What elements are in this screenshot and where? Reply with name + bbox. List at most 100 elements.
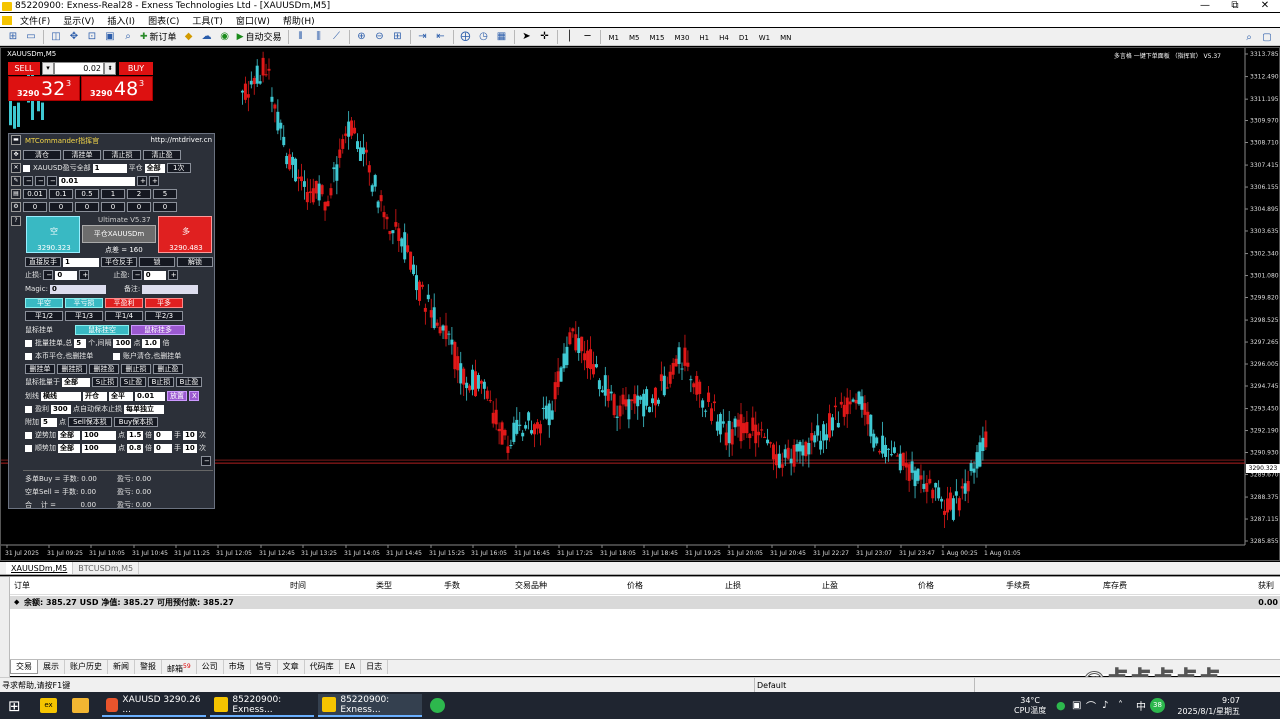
account-close-checkbox[interactable] [113, 352, 120, 360]
close-times-select[interactable]: 1次 [166, 163, 191, 173]
ime-indicator[interactable]: 中 [1136, 692, 1146, 719]
minus-small-button[interactable]: − [35, 176, 45, 186]
close-winning-button[interactable]: 平盈利 [105, 298, 143, 308]
open-mode-select[interactable]: 开仓 [83, 391, 107, 401]
green-app-icon[interactable] [430, 692, 445, 719]
reverse-add-points[interactable]: 100 [82, 430, 116, 440]
close-long-button[interactable]: 平多 [145, 298, 183, 308]
taskbar-app-mt4-1[interactable]: 85220900: Exness... [210, 694, 314, 717]
maximize-button[interactable]: ⧉ [1220, 0, 1250, 12]
buy-price-button[interactable]: 3290 48 3 [81, 76, 153, 101]
close-scope-select[interactable]: 全部 [144, 163, 165, 173]
add-points-input[interactable]: 5 [41, 417, 57, 427]
minimize-button[interactable]: — [1190, 0, 1220, 12]
lot-preset-5[interactable]: 5 [153, 189, 177, 199]
edit-icon[interactable]: ✎ [11, 176, 21, 186]
zoom-out-icon[interactable]: ⊖ [372, 30, 388, 44]
tp-minus-button[interactable]: − [131, 270, 142, 280]
tab-articles[interactable]: 文章 [278, 660, 305, 674]
sell-button[interactable]: SELL [8, 62, 40, 75]
history-icon[interactable]: ▤ [11, 189, 21, 199]
signals-icon[interactable]: ☁ [199, 30, 215, 44]
plus-big-button[interactable]: + [149, 176, 159, 186]
lot-spinner[interactable]: ⬍ [104, 62, 116, 75]
trend-add-scope[interactable]: 全部 [58, 443, 80, 453]
new-chart-icon[interactable]: ⊞ [5, 30, 21, 44]
trend-add-lots[interactable]: 0 [154, 443, 172, 453]
buy-sl-button[interactable]: B止损 [148, 377, 174, 387]
close-symbol-button[interactable]: 平仓XAUUSDm [82, 225, 156, 243]
profit-checkbox[interactable] [25, 405, 32, 413]
tile-windows-icon[interactable]: ⊞ [390, 30, 406, 44]
breakeven-mode-select[interactable]: 每单独立 [124, 404, 164, 414]
tab-news[interactable]: 新闻 [108, 660, 135, 674]
terminal-icon[interactable]: ▣ [102, 30, 118, 44]
close-reverse-button[interactable]: 平仓反手 [101, 257, 137, 267]
close-mode-select[interactable]: 全平 [109, 391, 133, 401]
settings-icon[interactable]: ⚙ [11, 202, 21, 212]
chart-window[interactable]: 3313.785 3312.490 3311.195 3309.970 3308.710… [0, 47, 1280, 561]
note-input[interactable] [142, 284, 199, 294]
sell-breakeven-button[interactable]: Sell保本损 [68, 417, 112, 427]
file-explorer-icon[interactable] [72, 692, 93, 719]
place-line-button[interactable]: 放置 [167, 391, 187, 401]
short-trade-button[interactable]: 空 3290.323 [26, 216, 80, 253]
close-losing-button[interactable]: 平亏损 [65, 298, 103, 308]
buy-button[interactable]: BUY [119, 62, 153, 75]
magic-input[interactable]: 0 [49, 284, 106, 294]
move-panel-icon[interactable]: ✥ [11, 150, 21, 160]
delete-pending-sl-button[interactable]: 删挂损 [57, 364, 87, 374]
preset-slot-1[interactable]: 0 [23, 202, 47, 212]
preset-slot-3[interactable]: 0 [75, 202, 99, 212]
long-trade-button[interactable]: 多 3290.483 [158, 216, 212, 253]
autotrading-button[interactable]: ▶ 自动交易 [237, 30, 282, 44]
timeframe-m30[interactable]: M30 [669, 30, 694, 44]
lot-preset-0.01[interactable]: 0.01 [23, 189, 47, 199]
new-order-button[interactable]: ✚ 新订单 [140, 30, 177, 44]
minimize-panel-icon[interactable]: ▬ [11, 135, 21, 145]
menu-insert[interactable]: 插入(I) [101, 14, 142, 27]
balance-row[interactable]: ◆ 余额: 385.27 USD 净值: 385.27 可用预付款: 385.2… [10, 596, 1280, 609]
preset-slot-4[interactable]: 0 [101, 202, 125, 212]
navigator-icon[interactable]: ⊡ [84, 30, 100, 44]
close-third-button[interactable]: 平1/3 [65, 311, 103, 321]
tab-trade[interactable]: 交易 [10, 660, 38, 674]
tab-exposure[interactable]: 展示 [38, 660, 65, 674]
buy-tp-button[interactable]: B止盈 [176, 377, 202, 387]
draw-lot-input[interactable]: 0.01 [135, 391, 165, 401]
cpu-temp-widget[interactable]: 34°C CPU温度 [1014, 692, 1046, 719]
sell-tp-button[interactable]: S止盈 [120, 377, 146, 387]
app-tray-icon[interactable]: ▣ [1072, 692, 1081, 719]
plus-button[interactable]: + [137, 176, 147, 186]
lot-size-input[interactable]: 0.01 [59, 176, 135, 186]
menu-file[interactable]: 文件(F) [14, 14, 57, 27]
tab-experts[interactable]: EA [340, 660, 362, 674]
mouse-batch-select[interactable]: 全部 [62, 377, 90, 387]
col-volume[interactable]: 手数 [444, 580, 460, 591]
help-icon[interactable]: ? [11, 216, 21, 226]
menu-help[interactable]: 帮助(H) [277, 14, 322, 27]
reverse-button[interactable]: 直接反手 [25, 257, 61, 267]
preset-slot-2[interactable]: 0 [49, 202, 73, 212]
close-button[interactable]: ✕ [1250, 0, 1280, 12]
reverse-count-input[interactable]: 1 [63, 257, 99, 267]
col-order[interactable]: 订单 [14, 580, 30, 591]
col-commission[interactable]: 手续费 [1006, 580, 1030, 591]
lock-button[interactable]: 锁 [139, 257, 175, 267]
tray-chevron-icon[interactable]: ˄ [1118, 692, 1123, 719]
col-sl[interactable]: 止损 [725, 580, 741, 591]
crosshair-icon[interactable]: ✛ [537, 30, 553, 44]
symbol-checkbox[interactable] [23, 164, 30, 172]
taskbar-app-brave[interactable]: XAUUSD 3290.26 ... [102, 694, 206, 717]
close-short-button[interactable]: 平空 [25, 298, 63, 308]
profiles-icon[interactable]: ▭ [23, 30, 39, 44]
vertical-line-icon[interactable]: │ [562, 30, 578, 44]
reverse-add-scope[interactable]: 全部 [58, 430, 80, 440]
profit-points-input[interactable]: 300 [51, 404, 71, 414]
notification-badge[interactable]: 38 [1150, 692, 1165, 719]
line-chart-icon[interactable]: ⟋ [329, 30, 345, 44]
delete-sl-button[interactable]: 删止损 [121, 364, 151, 374]
clear-pending-button[interactable]: 清挂单 [63, 150, 101, 160]
lot-preset-1[interactable]: 1 [101, 189, 125, 199]
volume-icon[interactable]: ♪ [1102, 692, 1108, 719]
